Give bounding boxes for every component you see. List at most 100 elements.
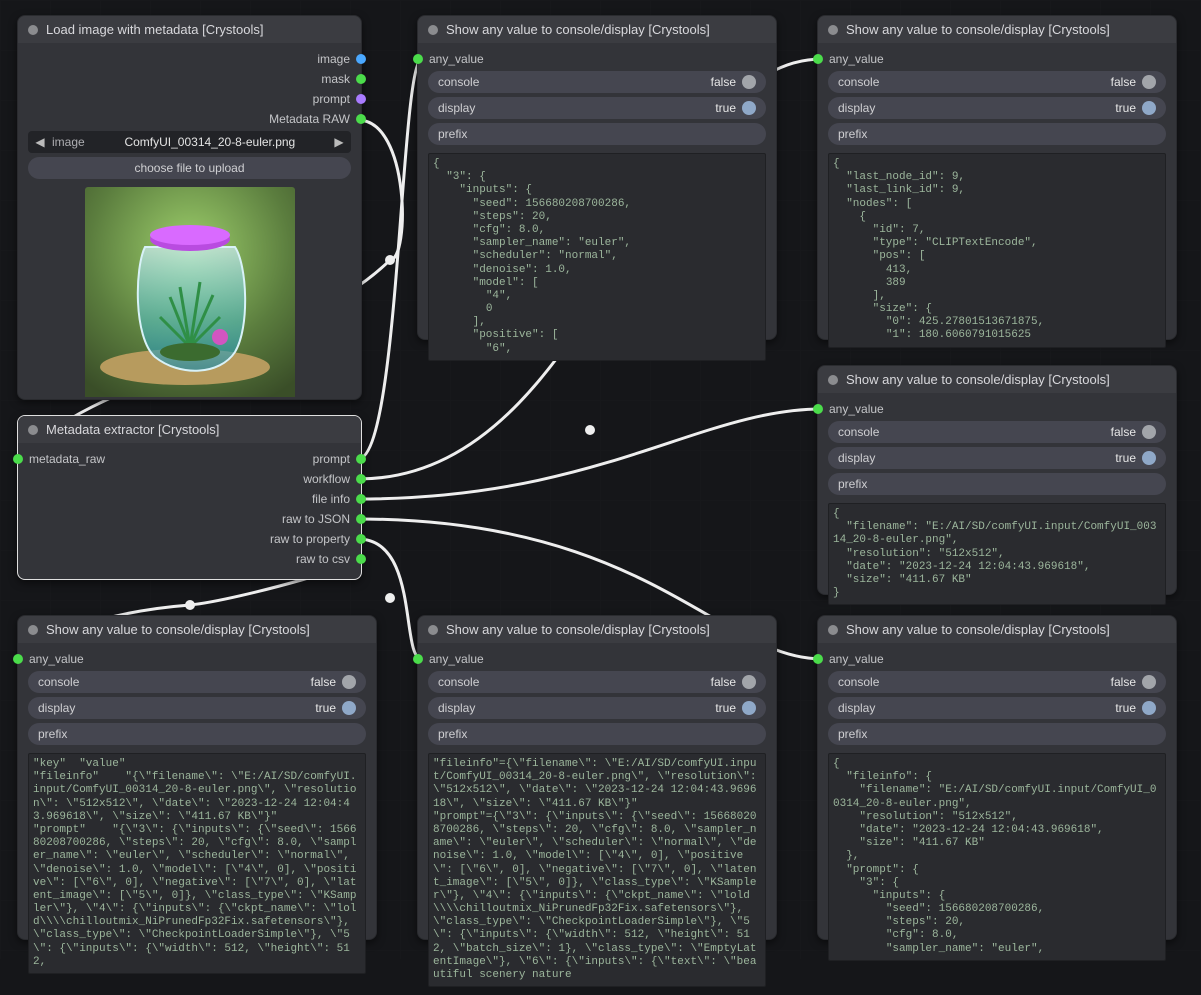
output-text-pane[interactable]: { "filename": "E:/AI/SD/comfyUI.input/Co… xyxy=(828,503,1166,605)
node-metadata-extractor[interactable]: Metadata extractor [Crystools] metadata_… xyxy=(17,415,362,580)
node-header[interactable]: Show any value to console/display [Cryst… xyxy=(18,616,376,643)
output-text-pane[interactable]: "fileinfo"={\"filename\": \"E:/AI/SD/com… xyxy=(428,753,766,987)
input-any-value-label: any_value xyxy=(429,52,484,66)
console-label: console xyxy=(838,675,879,689)
collapse-dot-icon[interactable] xyxy=(28,625,38,635)
input-port-any-value[interactable] xyxy=(813,404,823,414)
output-text-pane[interactable]: "key" "value" "fileinfo" "{\"filename\":… xyxy=(28,753,366,974)
output-port-metadata-raw[interactable] xyxy=(356,114,366,124)
collapse-dot-icon[interactable] xyxy=(28,25,38,35)
image-selector[interactable]: ◀ image ComfyUI_00314_20-8-euler.png ▶ xyxy=(28,131,351,153)
selector-value: ComfyUI_00314_20-8-euler.png xyxy=(89,135,331,149)
display-label: display xyxy=(838,701,875,715)
prefix-field[interactable]: prefix xyxy=(828,723,1166,745)
prefix-field[interactable]: prefix xyxy=(828,123,1166,145)
console-value: false xyxy=(1111,675,1136,689)
toggle-icon xyxy=(342,675,356,689)
display-label: display xyxy=(438,101,475,115)
node-title: Show any value to console/display [Cryst… xyxy=(446,622,710,637)
node-show-any-property[interactable]: Show any value to console/display [Cryst… xyxy=(417,615,777,940)
console-toggle[interactable]: console false xyxy=(828,671,1166,693)
input-port-any-value[interactable] xyxy=(413,654,423,664)
display-toggle[interactable]: display true xyxy=(828,97,1166,119)
display-value: true xyxy=(715,101,736,115)
collapse-dot-icon[interactable] xyxy=(28,425,38,435)
console-label: console xyxy=(438,675,479,689)
choose-file-label: choose file to upload xyxy=(134,161,244,175)
prefix-label: prefix xyxy=(38,727,67,741)
display-label: display xyxy=(838,101,875,115)
input-any-value-label: any_value xyxy=(829,52,884,66)
prev-arrow-icon[interactable]: ◀ xyxy=(32,134,48,150)
toggle-icon xyxy=(742,101,756,115)
console-toggle[interactable]: console false xyxy=(428,71,766,93)
output-raw-json-label: raw to JSON xyxy=(282,512,350,526)
input-port-any-value[interactable] xyxy=(813,654,823,664)
prefix-field[interactable]: prefix xyxy=(828,473,1166,495)
node-header[interactable]: Show any value to console/display [Cryst… xyxy=(818,16,1176,43)
display-label: display xyxy=(838,451,875,465)
choose-file-button[interactable]: choose file to upload xyxy=(28,157,351,179)
node-title: Show any value to console/display [Cryst… xyxy=(46,622,310,637)
console-value: false xyxy=(1111,425,1136,439)
node-load-image[interactable]: Load image with metadata [Crystools] ima… xyxy=(17,15,362,400)
collapse-dot-icon[interactable] xyxy=(828,625,838,635)
console-toggle[interactable]: console false xyxy=(28,671,366,693)
toggle-icon xyxy=(742,75,756,89)
image-thumbnail xyxy=(85,187,295,400)
collapse-dot-icon[interactable] xyxy=(428,25,438,35)
output-workflow-label: workflow xyxy=(303,472,350,486)
toggle-icon xyxy=(1142,451,1156,465)
prefix-field[interactable]: prefix xyxy=(28,723,366,745)
prefix-field[interactable]: prefix xyxy=(428,123,766,145)
prefix-field[interactable]: prefix xyxy=(428,723,766,745)
output-port-prompt[interactable] xyxy=(356,454,366,464)
output-port-prompt[interactable] xyxy=(356,94,366,104)
input-port-any-value[interactable] xyxy=(813,54,823,64)
node-title: Show any value to console/display [Cryst… xyxy=(846,22,1110,37)
output-metadata-raw-label: Metadata RAW xyxy=(269,112,350,126)
input-port-any-value[interactable] xyxy=(413,54,423,64)
output-text-pane[interactable]: { "3": { "inputs": { "seed": 15668020870… xyxy=(428,153,766,361)
node-title: Load image with metadata [Crystools] xyxy=(46,22,264,37)
node-header[interactable]: Show any value to console/display [Cryst… xyxy=(418,616,776,643)
display-value: true xyxy=(315,701,336,715)
console-toggle[interactable]: console false xyxy=(828,421,1166,443)
node-show-any-csv[interactable]: Show any value to console/display [Cryst… xyxy=(17,615,377,940)
node-header[interactable]: Show any value to console/display [Cryst… xyxy=(418,16,776,43)
node-header[interactable]: Metadata extractor [Crystools] xyxy=(18,416,361,443)
node-header[interactable]: Show any value to console/display [Cryst… xyxy=(818,366,1176,393)
output-port-raw-property[interactable] xyxy=(356,534,366,544)
collapse-dot-icon[interactable] xyxy=(828,25,838,35)
toggle-icon xyxy=(342,701,356,715)
node-show-any-json[interactable]: Show any value to console/display [Cryst… xyxy=(817,615,1177,940)
display-toggle[interactable]: display true xyxy=(828,447,1166,469)
output-text-pane[interactable]: { "fileinfo": { "filename": "E:/AI/SD/co… xyxy=(828,753,1166,961)
display-toggle[interactable]: display true xyxy=(428,97,766,119)
console-value: false xyxy=(1111,75,1136,89)
collapse-dot-icon[interactable] xyxy=(828,375,838,385)
output-port-image[interactable] xyxy=(356,54,366,64)
output-text-pane[interactable]: { "last_node_id": 9, "last_link_id": 9, … xyxy=(828,153,1166,348)
node-show-any-prompt[interactable]: Show any value to console/display [Cryst… xyxy=(417,15,777,340)
node-header[interactable]: Show any value to console/display [Cryst… xyxy=(818,616,1176,643)
input-port-any-value[interactable] xyxy=(13,654,23,664)
display-toggle[interactable]: display true xyxy=(28,697,366,719)
toggle-icon xyxy=(1142,425,1156,439)
console-toggle[interactable]: console false xyxy=(428,671,766,693)
console-toggle[interactable]: console false xyxy=(828,71,1166,93)
next-arrow-icon[interactable]: ▶ xyxy=(331,134,347,150)
output-port-mask[interactable] xyxy=(356,74,366,84)
output-port-workflow[interactable] xyxy=(356,474,366,484)
node-show-any-workflow[interactable]: Show any value to console/display [Cryst… xyxy=(817,15,1177,340)
node-header[interactable]: Load image with metadata [Crystools] xyxy=(18,16,361,43)
output-port-fileinfo[interactable] xyxy=(356,494,366,504)
input-port-metadata-raw[interactable] xyxy=(13,454,23,464)
output-port-raw-csv[interactable] xyxy=(356,554,366,564)
node-show-any-fileinfo[interactable]: Show any value to console/display [Cryst… xyxy=(817,365,1177,595)
collapse-dot-icon[interactable] xyxy=(428,625,438,635)
node-title: Show any value to console/display [Cryst… xyxy=(446,22,710,37)
display-toggle[interactable]: display true xyxy=(428,697,766,719)
output-port-raw-json[interactable] xyxy=(356,514,366,524)
display-toggle[interactable]: display true xyxy=(828,697,1166,719)
